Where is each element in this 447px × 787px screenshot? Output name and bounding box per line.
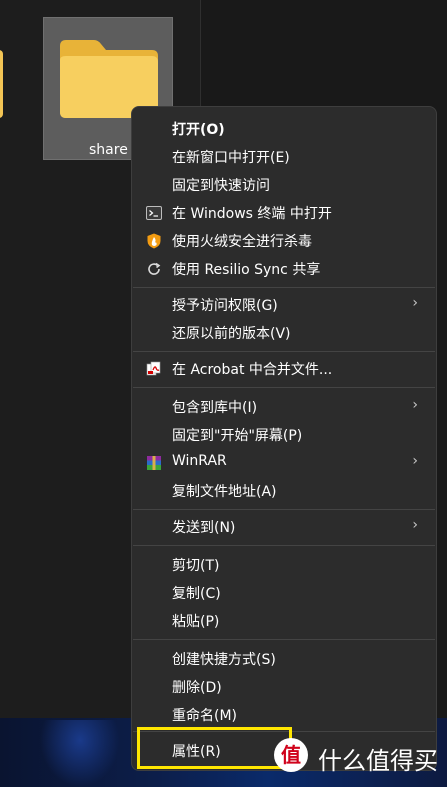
chevron-right-icon: ›: [412, 453, 418, 469]
menu-item-winrar[interactable]: WinRAR ›: [136, 449, 432, 477]
menu-item-cut[interactable]: 剪切(T): [136, 551, 432, 579]
watermark-text: 什么值得买: [318, 747, 438, 775]
menu-item-rename[interactable]: 重命名(M): [136, 701, 432, 729]
menu-item-delete[interactable]: 删除(D): [136, 673, 432, 701]
desktop-wallpaper-glow: [40, 720, 120, 787]
menu-separator: [133, 639, 435, 640]
highlight-annotation-box: [137, 727, 292, 769]
menu-item-copy-path[interactable]: 复制文件地址(A): [136, 477, 432, 505]
folder-label: share: [89, 142, 128, 158]
menu-item-create-shortcut[interactable]: 创建快捷方式(S): [136, 645, 432, 673]
menu-item-acrobat-combine[interactable]: 在 Acrobat 中合并文件...: [136, 355, 432, 383]
menu-item-grant-access[interactable]: 授予访问权限(G) ›: [136, 291, 432, 319]
menu-item-open-terminal[interactable]: 在 Windows 终端 中打开: [136, 199, 432, 227]
menu-item-include-library[interactable]: 包含到库中(I) ›: [136, 393, 432, 421]
menu-item-send-to[interactable]: 发送到(N) ›: [136, 513, 432, 541]
menu-item-open-new-window[interactable]: 在新窗口中打开(E): [136, 143, 432, 171]
watermark-logo-icon: 值: [274, 738, 308, 772]
menu-item-label: 包含到库中(I): [172, 400, 258, 416]
menu-item-label: 使用 Resilio Sync 共享: [172, 262, 321, 278]
menu-separator: [133, 287, 435, 288]
menu-item-label: 授予访问权限(G): [172, 298, 278, 314]
partial-folder-icon[interactable]: [0, 50, 3, 118]
menu-item-label: 打开(O): [172, 122, 225, 138]
menu-item-open[interactable]: 打开(O): [136, 115, 432, 143]
menu-item-label: 在 Acrobat 中合并文件...: [172, 362, 333, 378]
terminal-icon: [146, 206, 162, 220]
menu-item-pin-quick-access[interactable]: 固定到快速访问: [136, 171, 432, 199]
winrar-icon: [147, 456, 161, 470]
menu-item-resilio-share[interactable]: 使用 Resilio Sync 共享: [136, 255, 432, 283]
menu-item-label: 使用火绒安全进行杀毒: [172, 234, 312, 250]
chevron-right-icon: ›: [412, 397, 418, 413]
acrobat-icon: [146, 361, 161, 376]
menu-item-label: 创建快捷方式(S): [172, 652, 276, 668]
menu-separator: [133, 545, 435, 546]
sync-icon: [148, 262, 161, 275]
menu-item-label: 复制文件地址(A): [172, 484, 277, 500]
menu-item-copy[interactable]: 复制(C): [136, 579, 432, 607]
menu-item-label: 剪切(T): [172, 558, 220, 574]
menu-item-label: 复制(C): [172, 586, 221, 602]
menu-item-label: 还原以前的版本(V): [172, 326, 291, 342]
menu-item-label: 在新窗口中打开(E): [172, 150, 290, 166]
menu-separator: [133, 351, 435, 352]
menu-item-label: 固定到快速访问: [172, 178, 270, 194]
context-menu: 打开(O) 在新窗口中打开(E) 固定到快速访问 在 Windows 终端 中打…: [131, 106, 437, 771]
chevron-right-icon: ›: [412, 295, 418, 311]
menu-item-pin-start[interactable]: 固定到"开始"屏幕(P): [136, 421, 432, 449]
menu-item-label: 粘贴(P): [172, 614, 220, 630]
menu-item-huorong-scan[interactable]: 使用火绒安全进行杀毒: [136, 227, 432, 255]
menu-item-label: 发送到(N): [172, 520, 236, 536]
menu-item-label: 重命名(M): [172, 708, 238, 724]
menu-item-restore-versions[interactable]: 还原以前的版本(V): [136, 319, 432, 347]
menu-item-label: 删除(D): [172, 680, 222, 696]
menu-separator: [133, 387, 435, 388]
menu-separator: [133, 509, 435, 510]
menu-item-label: 固定到"开始"屏幕(P): [172, 428, 303, 444]
chevron-right-icon: ›: [412, 517, 418, 533]
menu-item-label: WinRAR: [172, 453, 227, 469]
huorong-shield-icon: [147, 233, 161, 249]
menu-item-paste[interactable]: 粘贴(P): [136, 607, 432, 635]
menu-item-label: 在 Windows 终端 中打开: [172, 206, 332, 222]
